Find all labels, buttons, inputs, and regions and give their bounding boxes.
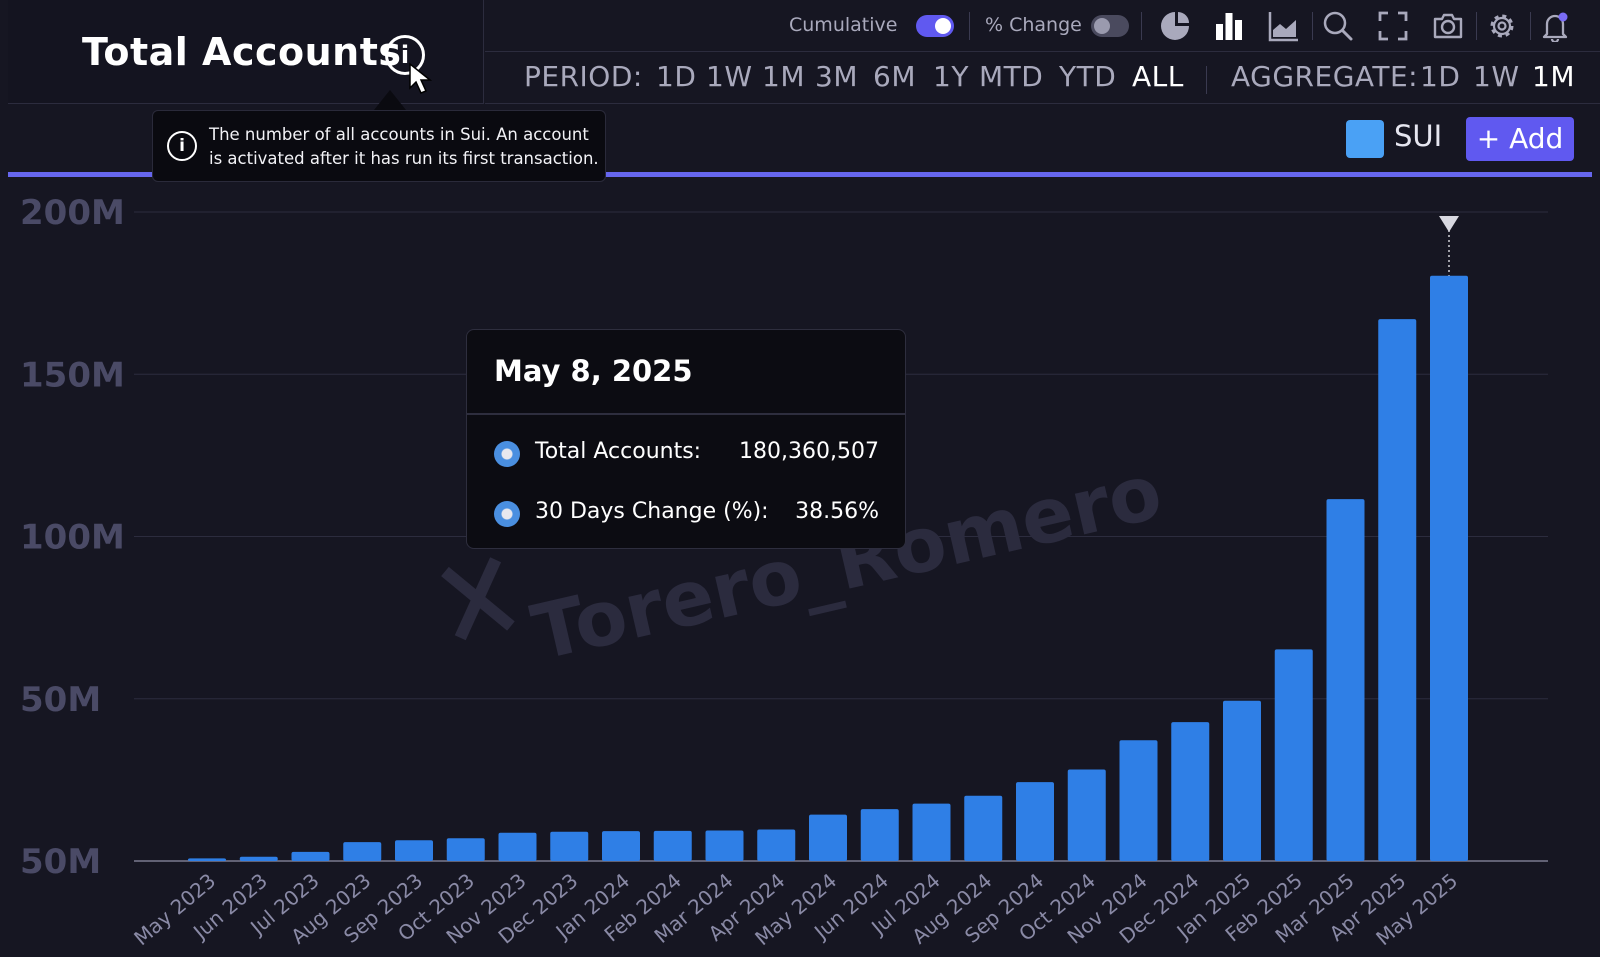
y-tick-label: 150M	[20, 355, 125, 395]
hover-tooltip: May 8, 2025 Total Accounts: 180,360,507 …	[466, 329, 906, 549]
toolbar-divider	[1141, 12, 1142, 40]
bar[interactable]	[291, 851, 330, 861]
bell-icon[interactable]	[1539, 10, 1571, 42]
pct-change-toggle[interactable]	[1091, 15, 1129, 37]
cumulative-label: Cumulative	[789, 14, 898, 36]
series-color-swatch[interactable]	[1346, 120, 1384, 158]
info-tooltip-text: The number of all accounts in Sui. An ac…	[209, 125, 599, 168]
tooltip-date: May 8, 2025	[494, 354, 693, 388]
y-tick-label: 50M	[20, 842, 101, 882]
bar[interactable]	[1274, 649, 1313, 861]
watermark-x-logo	[441, 557, 515, 641]
y-tick-label: 50M	[20, 680, 101, 720]
period-option-mtd[interactable]: MTD	[979, 60, 1043, 93]
add-series-button[interactable]: + Add	[1466, 117, 1574, 161]
bar[interactable]	[1223, 700, 1261, 861]
tooltip-row-name: 30 Days Change (%):	[535, 499, 769, 524]
period-option-6m[interactable]: 6M	[873, 60, 916, 93]
bar-chart: Torero_Romero 50M50M100M150M200M May 202…	[20, 193, 1548, 950]
tooltip-row: Total Accounts: 180,360,507	[467, 435, 905, 475]
series-dot-icon	[494, 501, 520, 527]
period-bar: PERIOD: 1D 1W 1M 3M 6M 1Y MTD YTD ALL AG…	[485, 52, 1600, 104]
y-tick-label: 100M	[20, 518, 125, 558]
aggregate-option-1m[interactable]: 1M	[1532, 60, 1575, 93]
area-chart-icon[interactable]	[1268, 10, 1300, 42]
toolbar-divider	[1530, 12, 1531, 40]
series-label: SUI	[1394, 119, 1443, 153]
settings-icon[interactable]	[1486, 10, 1518, 42]
info-tooltip-arrow	[374, 90, 406, 110]
toolbar-divider	[1476, 12, 1477, 40]
title-panel: Total Accounts i	[8, 0, 484, 104]
bar[interactable]	[1430, 275, 1468, 861]
aggregate-option-1d[interactable]: 1D	[1420, 60, 1460, 93]
bar[interactable]	[446, 838, 485, 861]
bar[interactable]	[188, 858, 226, 861]
info-tooltip: i The number of all accounts in Sui. An …	[152, 110, 606, 182]
bar[interactable]	[653, 830, 692, 861]
info-icon: i	[167, 131, 197, 161]
bar[interactable]	[1378, 319, 1417, 862]
period-option-1m[interactable]: 1M	[762, 60, 805, 93]
aggregate-label: AGGREGATE:	[1231, 60, 1419, 93]
cumulative-toggle[interactable]	[916, 15, 954, 37]
bar[interactable]	[1067, 769, 1106, 861]
toolbar-divider	[1312, 12, 1313, 40]
period-option-all[interactable]: ALL	[1132, 60, 1184, 93]
period-option-3m[interactable]: 3M	[815, 60, 858, 93]
bar[interactable]	[1326, 499, 1365, 861]
bar[interactable]	[757, 829, 796, 861]
toolbar-divider	[969, 12, 970, 40]
chart-app: Total Accounts i Cumulative % Change PER…	[0, 0, 1600, 957]
hover-marker	[1439, 216, 1459, 276]
aggregate-option-1w[interactable]: 1W	[1473, 60, 1520, 93]
search-icon[interactable]	[1322, 10, 1354, 42]
bar[interactable]	[860, 809, 899, 861]
period-label: PERIOD:	[524, 60, 643, 93]
period-option-1d[interactable]: 1D	[656, 60, 696, 93]
tooltip-row: 30 Days Change (%): 38.56%	[467, 495, 905, 535]
bar[interactable]	[498, 832, 537, 861]
bar[interactable]	[239, 856, 278, 861]
bar[interactable]	[1171, 722, 1210, 861]
y-tick-label: 200M	[20, 193, 125, 233]
bar[interactable]	[1016, 782, 1054, 861]
toolbar: Cumulative % Change	[485, 0, 1600, 52]
bar[interactable]	[912, 803, 951, 861]
page-title: Total Accounts	[82, 30, 402, 74]
bar[interactable]	[964, 795, 1003, 861]
bar[interactable]	[343, 842, 382, 861]
bar[interactable]	[705, 830, 744, 861]
tooltip-divider	[467, 413, 905, 415]
bar-chart-icon[interactable]	[1213, 10, 1245, 42]
period-option-1y[interactable]: 1Y	[933, 60, 969, 93]
hover-marker-triangle-icon	[1439, 216, 1459, 232]
tooltip-row-value: 180,360,507	[739, 439, 879, 464]
fullscreen-icon[interactable]	[1377, 10, 1409, 42]
period-option-1w[interactable]: 1W	[706, 60, 753, 93]
camera-icon[interactable]	[1432, 10, 1464, 42]
x-axis-ticks: May 2023Jun 2023Jul 2023Aug 2023Sep 2023…	[129, 868, 1462, 950]
tooltip-row-name: Total Accounts:	[535, 439, 702, 464]
bar[interactable]	[809, 814, 847, 861]
bar[interactable]	[602, 831, 640, 861]
bar[interactable]	[1119, 740, 1158, 861]
y-axis-ticks: 50M 50M 100M 150M 200M	[20, 193, 125, 882]
series-dot-icon	[494, 441, 520, 467]
period-divider	[1206, 66, 1207, 94]
period-option-ytd[interactable]: YTD	[1059, 60, 1116, 93]
cursor-icon	[409, 62, 433, 94]
bar[interactable]	[550, 831, 589, 861]
pie-chart-icon[interactable]	[1159, 10, 1191, 42]
tooltip-row-value: 38.56%	[795, 499, 879, 524]
bar[interactable]	[395, 840, 433, 861]
pct-change-label: % Change	[985, 14, 1082, 36]
